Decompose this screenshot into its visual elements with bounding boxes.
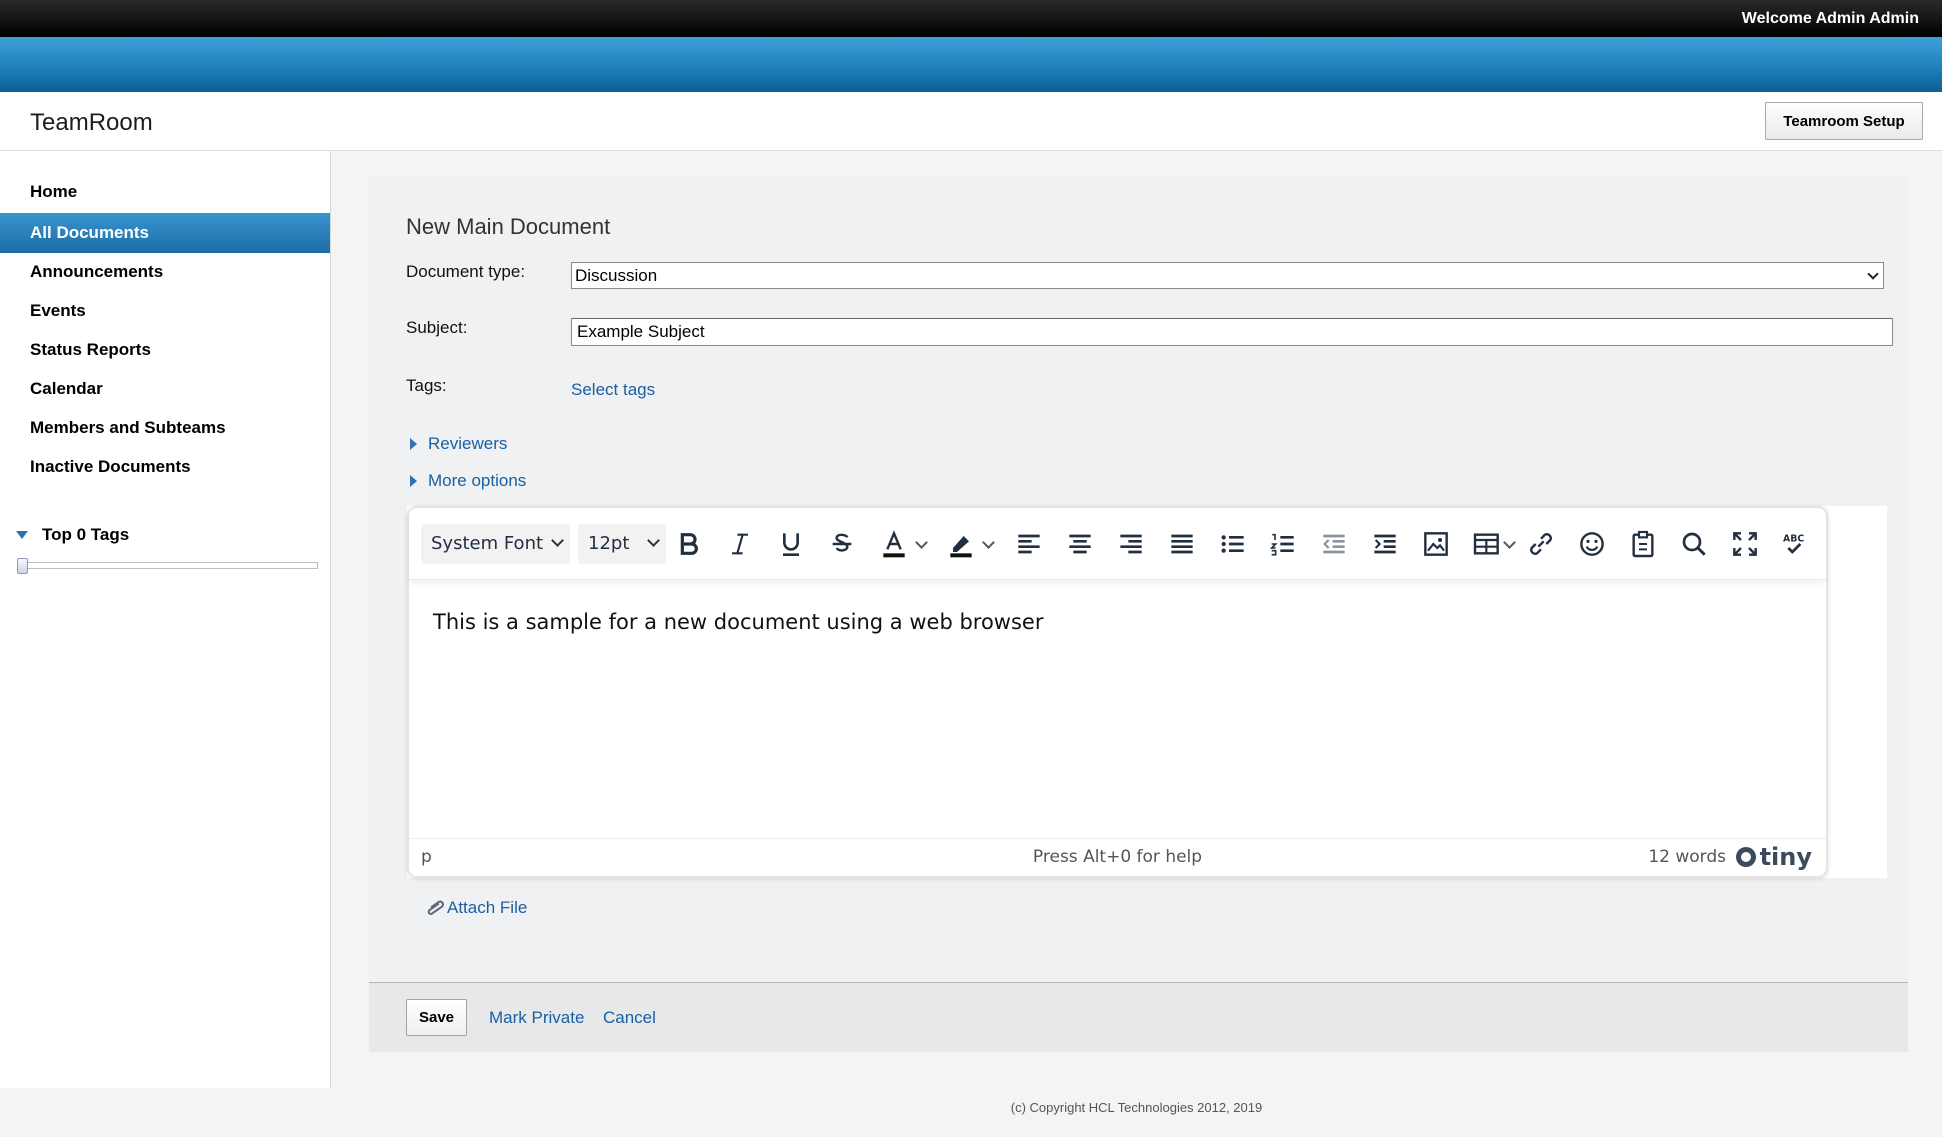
top-tags-label: Top 0 Tags [42, 525, 130, 544]
document-form-panel: New Main Document Document type: Discuss… [369, 176, 1908, 1052]
fullscreen-icon[interactable] [1729, 528, 1761, 560]
sidebar-item-all-documents[interactable]: All Documents [0, 213, 330, 253]
rich-text-editor: System Font 12pt ABC This is a sample fo… [407, 506, 1828, 878]
sidebar-item-home[interactable]: Home [0, 172, 330, 212]
editor-toolbar: System Font 12pt ABC [409, 508, 1826, 580]
help-hint: Press Alt+0 for help [1032, 847, 1203, 867]
editor-wrapper: System Font 12pt ABC This is a sample fo… [407, 506, 1887, 878]
tiny-logo-text: tiny [1759, 843, 1812, 871]
bullet-list-icon[interactable] [1217, 528, 1249, 560]
font-size-value: 12pt [588, 533, 630, 554]
align-center-icon[interactable] [1064, 528, 1096, 560]
document-type-label: Document type: [406, 262, 526, 281]
expand-triangle-icon [16, 531, 28, 539]
font-size-select[interactable]: 12pt [578, 524, 666, 564]
subject-input[interactable]: Example Subject [571, 318, 1893, 346]
tags-slider-track[interactable] [20, 562, 318, 569]
save-button[interactable]: Save [406, 999, 467, 1036]
chevron-down-icon[interactable] [982, 536, 995, 549]
font-family-select[interactable]: System Font [421, 524, 570, 564]
outdent-icon[interactable] [1318, 528, 1350, 560]
sidebar: Home All Documents Announcements Events … [0, 151, 331, 1088]
image-icon[interactable] [1420, 528, 1452, 560]
reviewers-toggle[interactable]: Reviewers [410, 434, 507, 454]
bold-icon[interactable] [673, 528, 705, 560]
tags-label: Tags: [406, 376, 447, 395]
sidebar-item-events[interactable]: Events [0, 291, 330, 331]
welcome-text: Welcome Admin Admin [1741, 10, 1919, 27]
chevron-down-icon [551, 534, 564, 547]
expand-triangle-icon [410, 475, 417, 487]
tags-slider-handle[interactable] [17, 558, 28, 574]
table-icon[interactable] [1471, 528, 1503, 560]
teamroom-setup-button[interactable]: Teamroom Setup [1765, 102, 1923, 140]
search-icon[interactable] [1678, 528, 1710, 560]
word-count[interactable]: 12 words [1648, 847, 1726, 867]
spellcheck-icon[interactable]: ABC [1779, 528, 1811, 560]
document-type-select[interactable]: Discussion [571, 262, 1884, 289]
copyright-text: (c) Copyright HCL Technologies 2012, 201… [1010, 1100, 1263, 1115]
editor-body-text[interactable]: This is a sample for a new document usin… [433, 610, 1043, 634]
top-bar: Welcome Admin Admin [0, 0, 1942, 37]
sidebar-item-announcements[interactable]: Announcements [0, 252, 330, 292]
align-left-icon[interactable] [1013, 528, 1045, 560]
select-tags-link[interactable]: Select tags [571, 380, 655, 400]
link-icon[interactable] [1525, 528, 1557, 560]
attach-file-link[interactable]: Attach File [423, 896, 527, 920]
mark-private-link[interactable]: Mark Private [489, 1008, 584, 1028]
form-action-bar: Save Mark Private Cancel [369, 982, 1908, 1052]
more-options-link[interactable]: More options [428, 471, 526, 491]
tiny-logo[interactable]: tiny [1735, 843, 1812, 871]
svg-text:ABC: ABC [1783, 533, 1804, 544]
chevron-down-icon [647, 534, 660, 547]
italic-icon[interactable] [724, 528, 756, 560]
tiny-logo-icon [1735, 847, 1756, 867]
align-justify-icon[interactable] [1166, 528, 1198, 560]
reviewers-link[interactable]: Reviewers [428, 434, 507, 454]
cancel-link[interactable]: Cancel [603, 1008, 656, 1028]
strikethrough-icon[interactable] [826, 528, 858, 560]
document-type-value: Discussion [575, 266, 658, 285]
chevron-down-icon[interactable] [1503, 536, 1516, 549]
underline-icon[interactable] [775, 528, 807, 560]
sidebar-item-status-reports[interactable]: Status Reports [0, 330, 330, 370]
editor-status-bar: p Press Alt+0 for help 12 words tiny [409, 838, 1826, 876]
paste-icon[interactable] [1627, 528, 1659, 560]
attach-file-label[interactable]: Attach File [447, 898, 527, 918]
paperclip-icon [427, 900, 444, 915]
banner-bar [0, 37, 1942, 92]
app-title: TeamRoom [30, 109, 153, 136]
chevron-down-icon [1867, 268, 1879, 280]
font-family-value: System Font [431, 533, 544, 554]
title-bar: TeamRoom Teamroom Setup [0, 92, 1942, 151]
subject-label: Subject: [406, 318, 468, 337]
indent-icon[interactable] [1369, 528, 1401, 560]
expand-triangle-icon [410, 438, 417, 450]
more-options-toggle[interactable]: More options [410, 471, 526, 491]
text-color-icon[interactable] [878, 528, 910, 560]
chevron-down-icon[interactable] [915, 536, 928, 549]
highlight-color-icon[interactable] [945, 528, 977, 560]
sidebar-item-calendar[interactable]: Calendar [0, 369, 330, 409]
emoticons-icon[interactable] [1576, 528, 1608, 560]
numbered-list-icon[interactable] [1267, 528, 1299, 560]
top-tags-toggle[interactable]: Top 0 Tags [16, 525, 129, 545]
sidebar-item-members-and-subteams[interactable]: Members and Subteams [0, 408, 330, 448]
sidebar-item-inactive-documents[interactable]: Inactive Documents [0, 447, 330, 487]
form-title: New Main Document [406, 214, 611, 239]
align-right-icon[interactable] [1115, 528, 1147, 560]
